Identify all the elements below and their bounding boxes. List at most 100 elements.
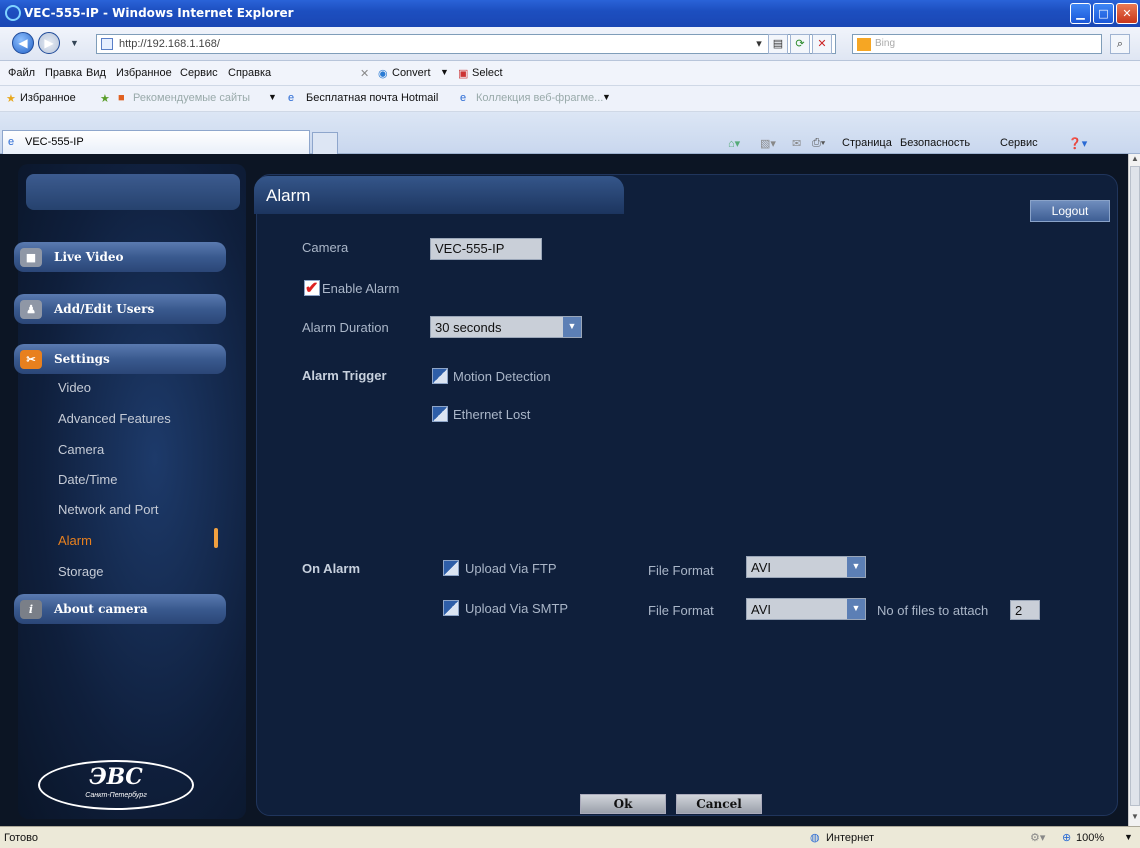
print-icon[interactable]: ⎙▾ [812,137,825,150]
sidebar-item-date-time[interactable]: Date/Time [58,472,117,487]
logo-text: ЭВС [89,764,143,790]
back-button[interactable]: ◀ [12,32,34,54]
scroll-up-icon[interactable]: ▲ [1130,154,1140,166]
user-icon: ♟ [20,300,42,319]
files-attach-label: No of files to attach [877,603,989,618]
alarm-duration-select[interactable]: 30 seconds ▼ [430,316,582,338]
menu-file[interactable]: Файл [8,67,35,79]
select-button[interactable]: Select [472,67,503,79]
upload-smtp-label: Upload Via SMTP [465,601,569,616]
favorites-button[interactable]: Избранное [20,92,76,104]
logout-button[interactable]: Logout [1030,200,1110,222]
url-dropdown-icon[interactable]: ▾ [752,35,766,53]
sidebar-item-advanced-features[interactable]: Advanced Features [58,411,171,426]
nav-settings[interactable]: ✂ Settings [14,344,226,374]
menu-favorites[interactable]: Избранное [116,67,172,79]
browser-window: VEC-555-IP - Windows Internet Explorer ▁… [0,0,1140,848]
menu-tools[interactable]: Сервис [180,67,218,79]
security-menu[interactable]: Безопасность [900,137,970,149]
tools-menu[interactable]: Сервис [1000,137,1038,149]
gallery-link[interactable]: Коллекция веб-фрагме... [476,92,603,104]
url-text: http://192.168.1.168/ [119,38,220,50]
protected-mode-icon[interactable]: ⚙▾ [1030,831,1045,844]
smtp-file-format-label: File Format [648,603,714,618]
help-icon[interactable]: ❓▾ [1068,137,1087,150]
panel-header: Alarm [254,176,624,214]
nav-add-edit-users[interactable]: ♟ Add/Edit Users [14,294,226,324]
hotmail-link[interactable]: Бесплатная почта Hotmail [306,92,438,104]
favorites-star-icon: ★ [6,93,16,105]
suggested-sites-link[interactable]: Рекомендуемые сайты [133,92,250,104]
scroll-thumb[interactable] [1130,166,1140,806]
tab-vec-555-ip[interactable]: e VEC-555-IP [2,130,310,154]
zoom-icon: ⊕ [1062,832,1072,844]
chevron-down-icon: ▼ [847,599,865,619]
gallery-icon: e [460,92,467,104]
menu-bar: Файл Правка Вид Избранное Сервис Справка… [0,61,1140,86]
history-dropdown-icon[interactable]: ▼ [70,38,79,48]
security-zone: Интернет [826,832,874,844]
sidebar-item-alarm[interactable]: Alarm [58,533,92,548]
active-item-marker [214,528,218,548]
search-input[interactable]: Bing [852,34,1102,54]
mail-icon[interactable]: ✉ [792,137,801,150]
nav-about-camera[interactable]: i About camera [14,594,226,624]
zoom-level[interactable]: 100% [1076,832,1104,844]
convert-button[interactable]: Convert [392,67,431,79]
nav-live-video[interactable]: ■ Live Video [14,242,226,272]
sidebar-item-video[interactable]: Video [58,380,91,395]
chevron-down-icon: ▼ [847,557,865,577]
smtp-file-format-select[interactable]: AVI ▼ [746,598,866,620]
minimize-button[interactable]: ▁ [1070,3,1091,24]
new-tab-button[interactable] [312,132,338,154]
hotmail-icon: e [288,92,295,104]
page-menu[interactable]: Страница [842,137,892,149]
address-bar: ◀ ▶ ▼ http://192.168.1.168/ ▾ ▤ ⟳ ✕ Bing… [0,27,1140,61]
ftp-file-format-select[interactable]: AVI ▼ [746,556,866,578]
motion-detection-label: Motion Detection [453,369,551,384]
select-icon: ▣ [458,68,469,80]
ethernet-lost-checkbox[interactable] [432,406,448,422]
suggested-dropdown-icon[interactable]: ▼ [268,92,277,102]
motion-detection-checkbox[interactable] [432,368,448,384]
add-favorites-icon[interactable]: ★ [100,92,110,105]
stop-icon[interactable]: ✕ [812,34,832,54]
close-button[interactable]: ✕ [1116,3,1138,24]
upload-smtp-checkbox[interactable] [443,600,459,616]
menu-edit[interactable]: Правка [45,67,82,79]
ok-button[interactable]: Ok [580,794,666,814]
camera-name-field[interactable]: VEC-555-IP [430,238,542,260]
vertical-scrollbar[interactable]: ▲ ▼ [1128,154,1140,826]
scroll-down-icon[interactable]: ▼ [1130,812,1140,824]
url-input[interactable]: http://192.168.1.168/ [96,34,836,54]
cancel-button[interactable]: Cancel [676,794,762,814]
bing-icon [857,38,871,51]
gallery-dropdown-icon[interactable]: ▼ [602,92,611,102]
smtp-format-value: AVI [751,602,771,617]
forward-button[interactable]: ▶ [38,32,60,54]
menu-help[interactable]: Справка [228,67,271,79]
page-content: ■ Live Video ♟ Add/Edit Users ✂ Settings… [0,154,1128,826]
enable-alarm-checkbox[interactable] [304,278,320,298]
close-toolbar-icon[interactable]: ✕ [360,67,369,80]
page-title: Alarm [266,186,311,205]
convert-dropdown-icon[interactable]: ▼ [440,67,449,77]
video-camera-icon: ■ [20,248,42,267]
maximize-button[interactable]: □ [1093,3,1114,24]
upload-ftp-checkbox[interactable] [443,560,459,576]
menu-view[interactable]: Вид [86,67,106,79]
files-attach-input[interactable]: 2 [1010,600,1040,620]
internet-zone-icon: ◍ [810,832,820,844]
settings-tools-icon: ✂ [20,350,42,369]
search-icon[interactable]: ⌕ [1110,34,1130,54]
compatibility-icon[interactable]: ▤ [768,34,788,54]
sidebar-item-storage[interactable]: Storage [58,564,104,579]
sidebar-item-network-port[interactable]: Network and Port [58,502,158,517]
feeds-icon[interactable]: ▧▾ [760,137,776,150]
sidebar-item-camera[interactable]: Camera [58,442,104,457]
zoom-dropdown-icon[interactable]: ▼ [1124,832,1133,842]
home-icon[interactable]: ⌂▾ [728,137,740,150]
refresh-icon[interactable]: ⟳ [790,34,810,54]
suggested-sites-icon: ■ [118,92,125,104]
on-alarm-label: On Alarm [302,561,361,576]
